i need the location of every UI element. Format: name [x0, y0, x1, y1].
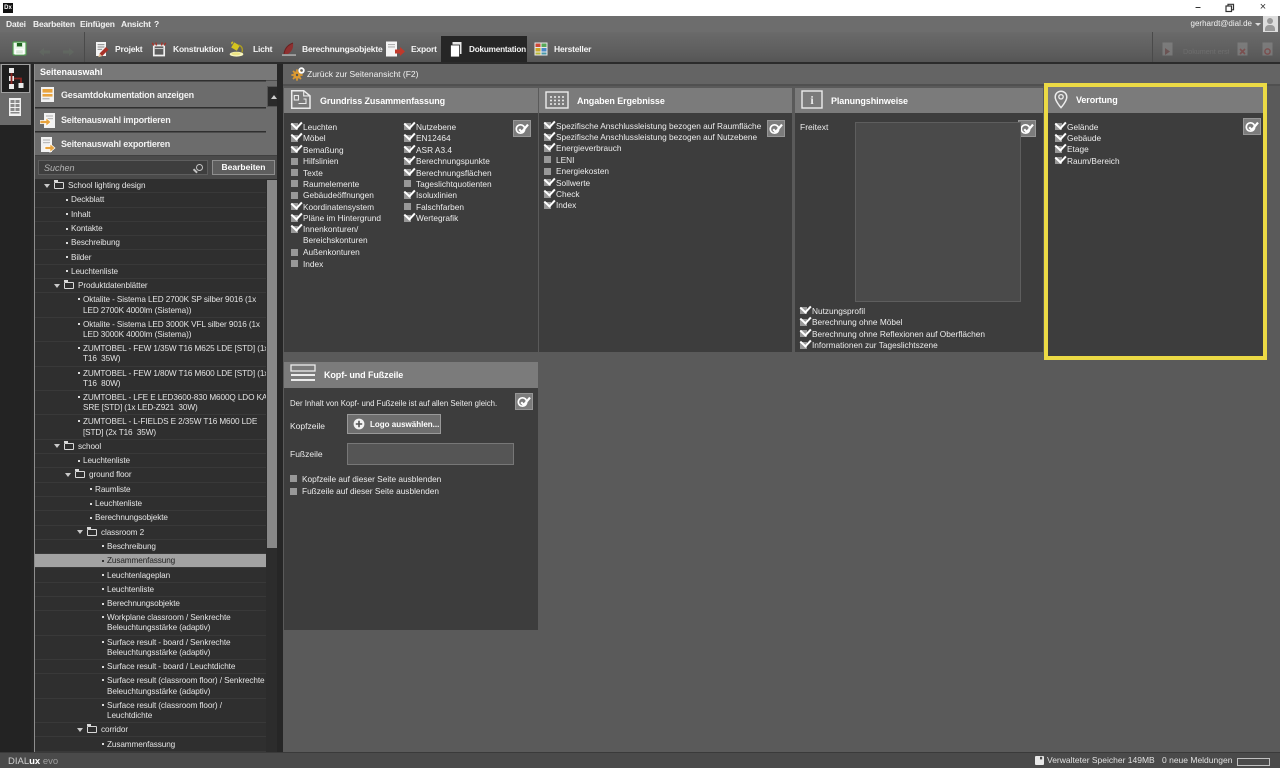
svg-text:i: i: [810, 93, 814, 107]
